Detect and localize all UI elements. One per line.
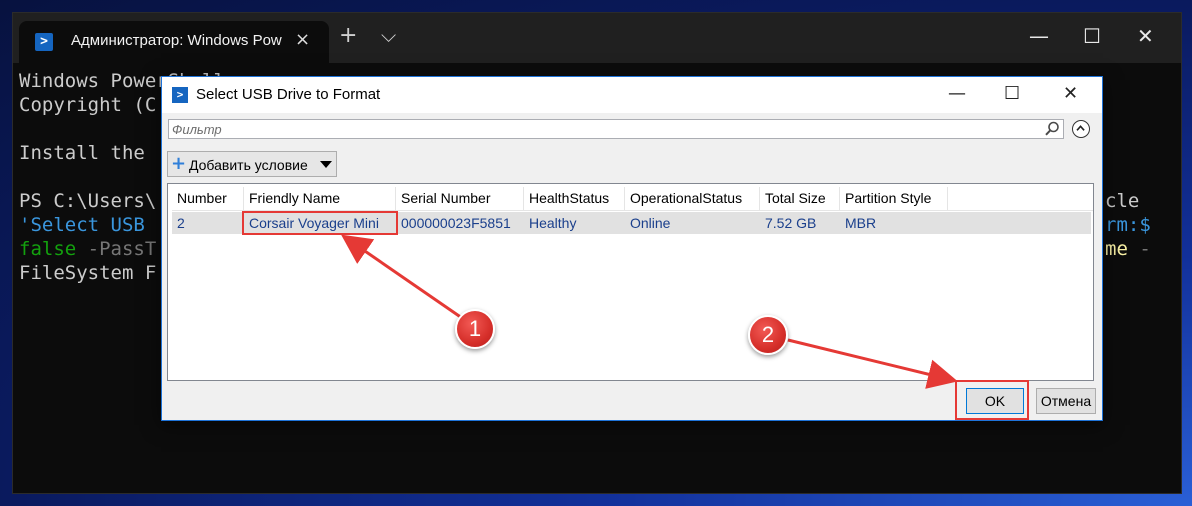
arrow-to-ok-button [787,338,958,389]
annotation-badge-1: 1 [455,309,495,349]
annotation-arrows [341,234,958,389]
annotation-badge-2: 2 [748,315,788,355]
arrow-to-friendly-name [341,234,463,320]
